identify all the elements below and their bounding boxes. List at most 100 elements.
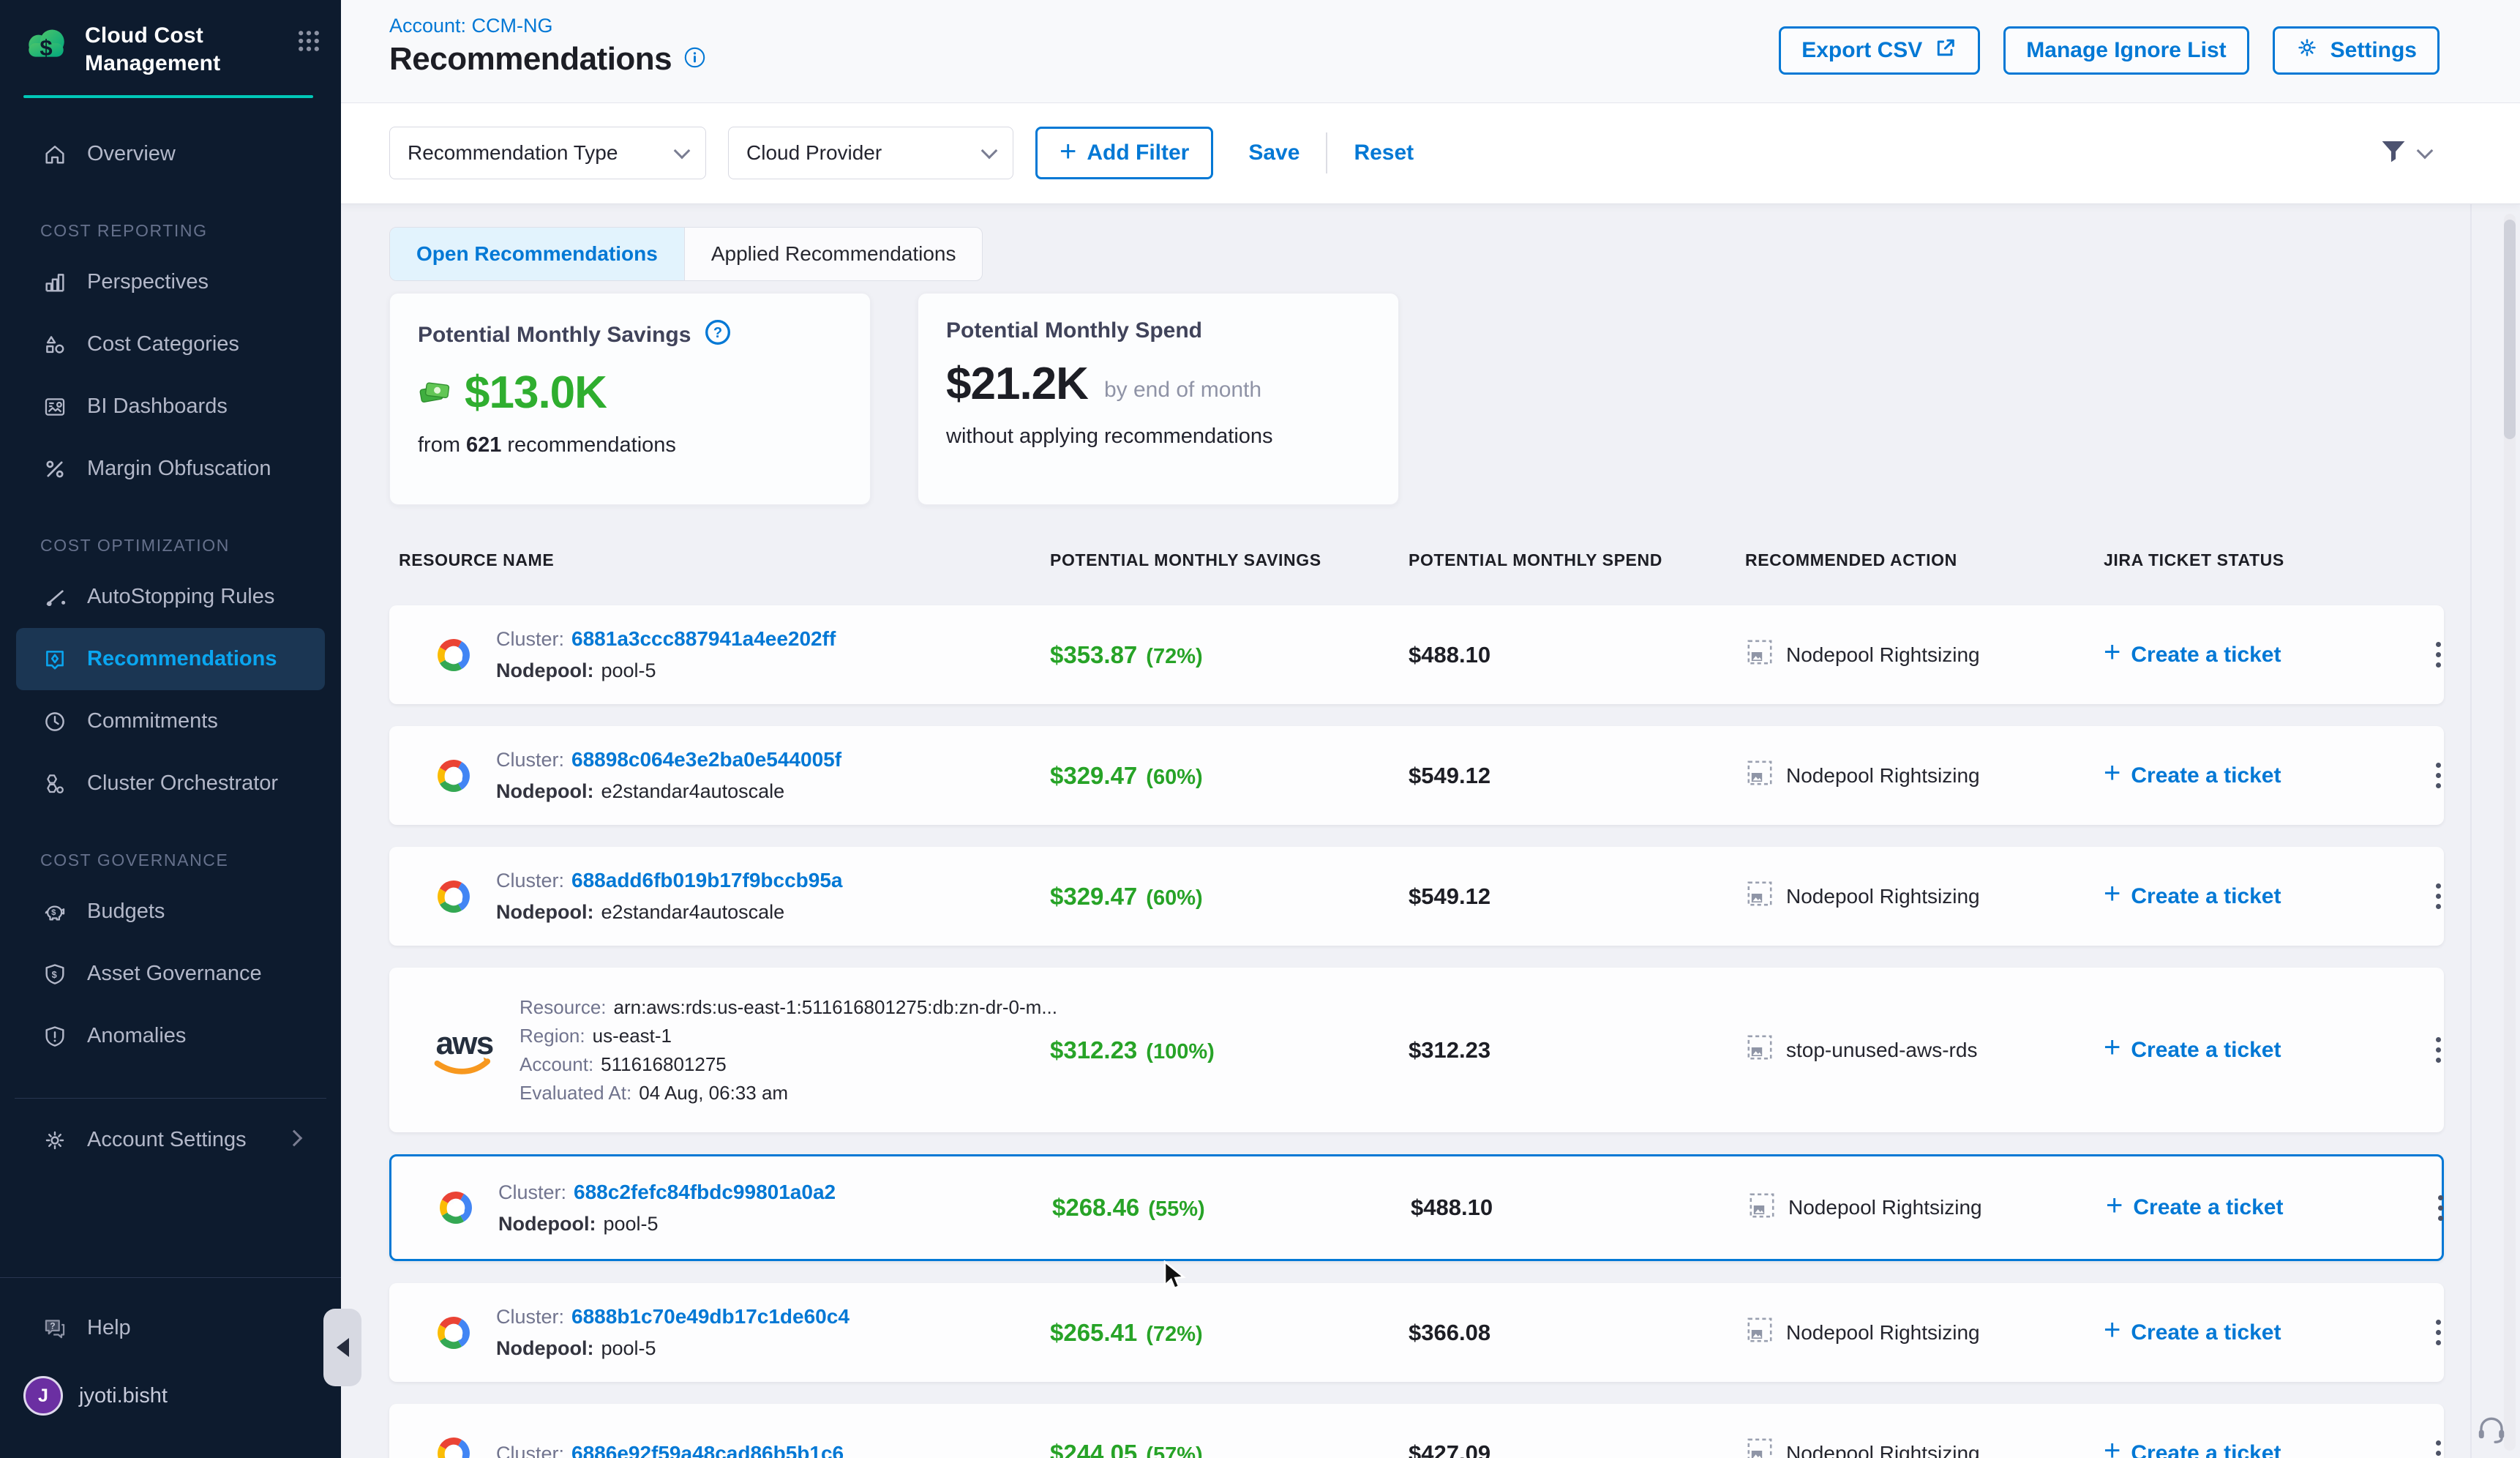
sidebar-item-label: Budgets bbox=[87, 900, 165, 924]
breadcrumb-account-link[interactable]: Account: CCM-NG bbox=[389, 15, 553, 37]
cloud-provider-dropdown[interactable]: Cloud Provider bbox=[728, 127, 1013, 179]
resource-link[interactable]: 6886e92f59a48cad86b5b1c6 bbox=[571, 1442, 844, 1458]
sidebar-item-asset-governance[interactable]: $Asset Governance bbox=[16, 943, 325, 1005]
savings-cell: $268.46(55%) bbox=[1052, 1194, 1411, 1222]
sidebar-item-label: Overview bbox=[87, 142, 176, 166]
create-ticket-label: Create a ticket bbox=[2133, 1195, 2283, 1220]
table-row[interactable]: Cluster:6881a3ccc887941a4ee202ffNodepool… bbox=[389, 605, 2444, 704]
save-filter-link[interactable]: Save bbox=[1248, 141, 1300, 165]
create-ticket-label: Create a ticket bbox=[2131, 643, 2281, 668]
resource-link[interactable]: 688c2fefc84fbdc99801a0a2 bbox=[574, 1181, 836, 1204]
savings-percent: (60%) bbox=[1146, 886, 1202, 910]
sidebar-item-help[interactable]: ? Help bbox=[16, 1297, 333, 1359]
page-header: Account: CCM-NG Recommendations Export C… bbox=[341, 0, 2520, 103]
export-csv-button[interactable]: Export CSV bbox=[1779, 26, 1980, 75]
gcp-logo bbox=[432, 875, 476, 919]
plus-icon: + bbox=[2104, 1031, 2120, 1064]
table-row[interactable]: Cluster:6886e92f59a48cad86b5b1c6$244.05(… bbox=[389, 1404, 2444, 1458]
aws-logo: aws bbox=[432, 1022, 499, 1078]
sidebar-item-cost-categories[interactable]: Cost Categories bbox=[16, 313, 325, 375]
recommendations-tabs: Open Recommendations Applied Recommendat… bbox=[389, 227, 983, 281]
chevron-down-icon bbox=[2417, 143, 2434, 160]
recommendations-icon bbox=[40, 647, 70, 672]
resource-link[interactable]: 688add6fb019b17f9bccb95a bbox=[571, 869, 842, 892]
savings-value: $329.47 bbox=[1050, 883, 1137, 910]
recommendation-type-dropdown[interactable]: Recommendation Type bbox=[389, 127, 706, 179]
create-ticket-button[interactable]: +Create a ticket bbox=[2104, 1318, 2404, 1347]
table-row[interactable]: Cluster:688add6fb019b17f9bccb95aNodepool… bbox=[389, 847, 2444, 946]
shield-dollar-icon: $ bbox=[40, 962, 70, 987]
row-menu-button[interactable] bbox=[2436, 883, 2442, 909]
autostopping-icon bbox=[40, 585, 70, 610]
resource-line-value: arn:aws:rds:us-east-1:511616801275:db:zn… bbox=[614, 996, 1058, 1019]
action-label: Nodepool Rightsizing bbox=[1786, 643, 1980, 667]
resource-link[interactable]: 68898c064e3e2ba0e544005f bbox=[571, 748, 841, 771]
create-ticket-button[interactable]: +Create a ticket bbox=[2106, 1194, 2406, 1222]
resource-link[interactable]: 6888b1c70e49db17c1de60c4 bbox=[571, 1305, 850, 1328]
create-ticket-button[interactable]: +Create a ticket bbox=[2104, 640, 2404, 669]
reset-filter-link[interactable]: Reset bbox=[1354, 141, 1414, 165]
savings-card-title: Potential Monthly Savings bbox=[418, 323, 691, 348]
sidebar-item-label: Anomalies bbox=[87, 1024, 186, 1048]
table-row[interactable]: Cluster: 6888b1c70e49db17c1de60c4 Nodepool… bbox=[389, 1283, 2444, 1382]
sidebar-item-perspectives[interactable]: Perspectives bbox=[16, 251, 325, 313]
add-filter-button[interactable]: + Add Filter bbox=[1035, 127, 1213, 179]
table-row[interactable]: aws Resource: arn:aws:rds:us-east-1:511616… bbox=[389, 968, 2444, 1132]
savings-cell: $312.23(100%) bbox=[1050, 1036, 1409, 1064]
recommendations-rows: Cluster: 6881a3ccc887941a4ee202ff Nodepool… bbox=[389, 605, 2444, 1458]
sidebar-item-recommendations[interactable]: Recommendations bbox=[16, 628, 325, 690]
sidebar-item-margin-obfuscation[interactable]: Margin Obfuscation bbox=[16, 438, 325, 500]
sidebar-item-anomalies[interactable]: Anomalies bbox=[16, 1005, 325, 1067]
resource-line: Nodepool:pool-5 bbox=[496, 659, 836, 682]
sidebar-item-account-settings[interactable]: Account Settings bbox=[16, 1109, 325, 1171]
action-icon bbox=[1747, 1191, 1777, 1225]
svg-text:?: ? bbox=[713, 325, 722, 341]
resource-line-label: Cluster: bbox=[496, 1306, 564, 1328]
row-menu-button[interactable] bbox=[2438, 1195, 2444, 1221]
resource-cell: Cluster:6886e92f59a48cad86b5b1c6 bbox=[432, 1432, 1050, 1458]
user-row[interactable]: J jyoti.bisht bbox=[23, 1376, 168, 1416]
savings-cell: $244.05(57%) bbox=[1050, 1440, 1409, 1458]
row-menu-button[interactable] bbox=[2436, 763, 2442, 788]
tab-open-recommendations[interactable]: Open Recommendations bbox=[390, 228, 684, 280]
sidebar-item-bi-dashboards[interactable]: BI Dashboards bbox=[16, 375, 325, 438]
sidebar-item-commitments[interactable]: Commitments bbox=[16, 690, 325, 752]
question-icon[interactable]: ? bbox=[704, 318, 732, 352]
create-ticket-button[interactable]: +Create a ticket bbox=[2104, 882, 2404, 911]
sidebar-item-budgets[interactable]: $Budgets bbox=[16, 881, 325, 943]
tab-applied-recommendations[interactable]: Applied Recommendations bbox=[684, 228, 983, 280]
resource-line-value: 511616801275 bbox=[601, 1053, 727, 1076]
create-ticket-button[interactable]: +Create a ticket bbox=[2104, 761, 2404, 790]
filter-panel-toggle[interactable] bbox=[2378, 102, 2431, 203]
help-chat-icon: ? bbox=[40, 1316, 70, 1341]
sidebar-collapse-handle[interactable] bbox=[323, 1309, 361, 1386]
row-menu-button[interactable] bbox=[2436, 1440, 2442, 1458]
manage-ignore-list-button[interactable]: Manage Ignore List bbox=[2003, 26, 2249, 75]
row-menu-button[interactable] bbox=[2436, 1320, 2442, 1345]
row-menu-button[interactable] bbox=[2436, 1037, 2442, 1063]
gcp-logo bbox=[434, 1186, 478, 1230]
scrollbar-thumb[interactable] bbox=[2504, 220, 2516, 439]
sidebar: $ Cloud Cost Management OverviewCOST REP… bbox=[0, 0, 341, 1458]
settings-button[interactable]: Settings bbox=[2273, 26, 2440, 75]
resource-cell: Cluster:688c2fefc84fbdc99801a0a2Nodepool… bbox=[434, 1181, 1052, 1235]
savings-percent: (72%) bbox=[1146, 645, 1202, 668]
savings-value: $329.47 bbox=[1050, 762, 1137, 789]
savings-cell: $329.47 (60%) bbox=[1050, 883, 1409, 911]
create-ticket-button[interactable]: +Create a ticket bbox=[2104, 1036, 2404, 1064]
resource-link[interactable]: 6881a3ccc887941a4ee202ff bbox=[571, 627, 836, 651]
row-menu-button[interactable] bbox=[2436, 642, 2442, 668]
table-row[interactable]: Cluster:68898c064e3e2ba0e544005fNodepool… bbox=[389, 726, 2444, 825]
resource-line-label: Resource: bbox=[520, 996, 607, 1019]
sidebar-item-autostopping-rules[interactable]: AutoStopping Rules bbox=[16, 566, 325, 628]
sidebar-item-overview[interactable]: Overview bbox=[16, 123, 325, 185]
table-row[interactable]: Cluster:688c2fefc84fbdc99801a0a2Nodepool… bbox=[389, 1154, 2444, 1261]
action-label: Nodepool Rightsizing bbox=[1786, 1321, 1980, 1345]
resource-line-label: Cluster: bbox=[498, 1181, 566, 1204]
recommendation-count: 621 bbox=[466, 433, 501, 457]
support-headset-icon[interactable] bbox=[2475, 1413, 2508, 1449]
info-icon[interactable] bbox=[683, 46, 706, 72]
create-ticket-button[interactable]: +Create a ticket bbox=[2104, 1439, 2404, 1458]
module-grid-icon[interactable] bbox=[296, 28, 322, 58]
sidebar-item-cluster-orchestrator[interactable]: Cluster Orchestrator bbox=[16, 752, 325, 815]
